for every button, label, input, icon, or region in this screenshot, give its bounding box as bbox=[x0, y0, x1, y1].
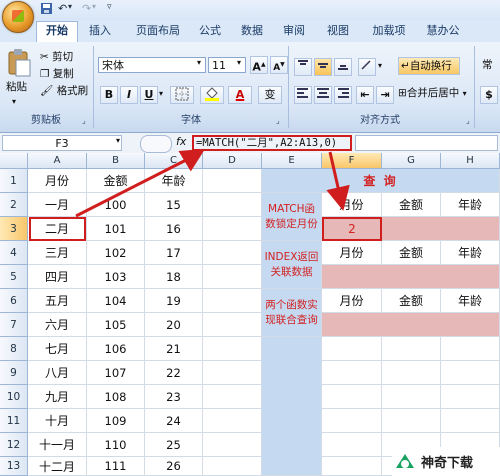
arrow-to-f3 bbox=[326, 151, 350, 211]
office-button[interactable] bbox=[2, 1, 34, 33]
arrow-from-a3 bbox=[75, 148, 206, 218]
annotation-arrows bbox=[75, 148, 350, 218]
